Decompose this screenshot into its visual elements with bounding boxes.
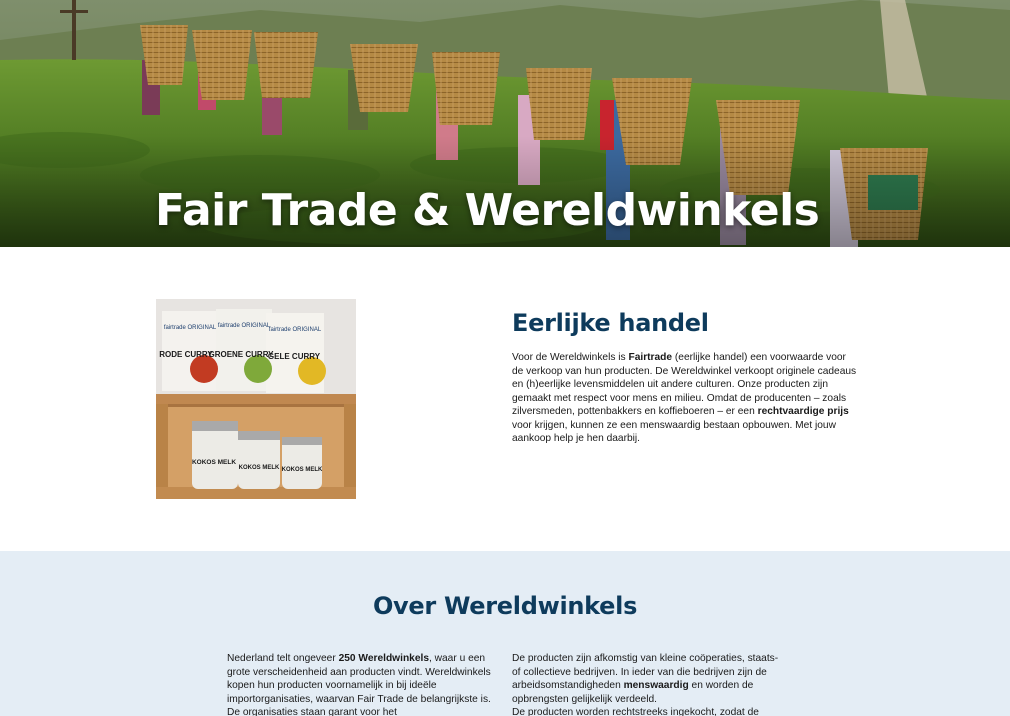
product-box-title: RODE CURRY xyxy=(159,350,213,359)
product-box-label: fairtrade ORIGINAL xyxy=(164,325,217,331)
paragraph-over-left: Nederland telt ongeveer 250 Wereldwinkel… xyxy=(227,653,491,716)
paragraph-over-right: De producten zijn afkomstig van kleine c… xyxy=(512,653,779,716)
product-photo-curry-kokosmelk: fairtrade ORIGINAL fairtrade ORIGINAL fa… xyxy=(156,299,356,499)
product-can-title: KOKOS MELK xyxy=(282,467,323,473)
product-box-label: fairtrade ORIGINAL xyxy=(218,323,271,329)
product-can-title: KOKOS MELK xyxy=(239,465,280,471)
product-box-title: GROENE CURRY xyxy=(208,350,274,359)
product-box-title: GELE CURRY xyxy=(268,352,321,361)
hero-banner: Fair Trade & Wereldwinkels xyxy=(0,0,1010,247)
product-can-title: KOKOS MELK xyxy=(192,459,236,466)
paragraph-eerlijke-handel: Voor de Wereldwinkels is Fairtrade (eerl… xyxy=(512,352,857,444)
heading-eerlijke-handel: Eerlijke handel xyxy=(512,309,709,337)
page-title: Fair Trade & Wereldwinkels xyxy=(155,185,820,236)
product-box-label: fairtrade ORIGINAL xyxy=(269,327,322,333)
section-over-wereldwinkels: Over Wereldwinkels Nederland telt ongeve… xyxy=(0,551,1010,716)
heading-over-wereldwinkels: Over Wereldwinkels xyxy=(372,592,638,620)
